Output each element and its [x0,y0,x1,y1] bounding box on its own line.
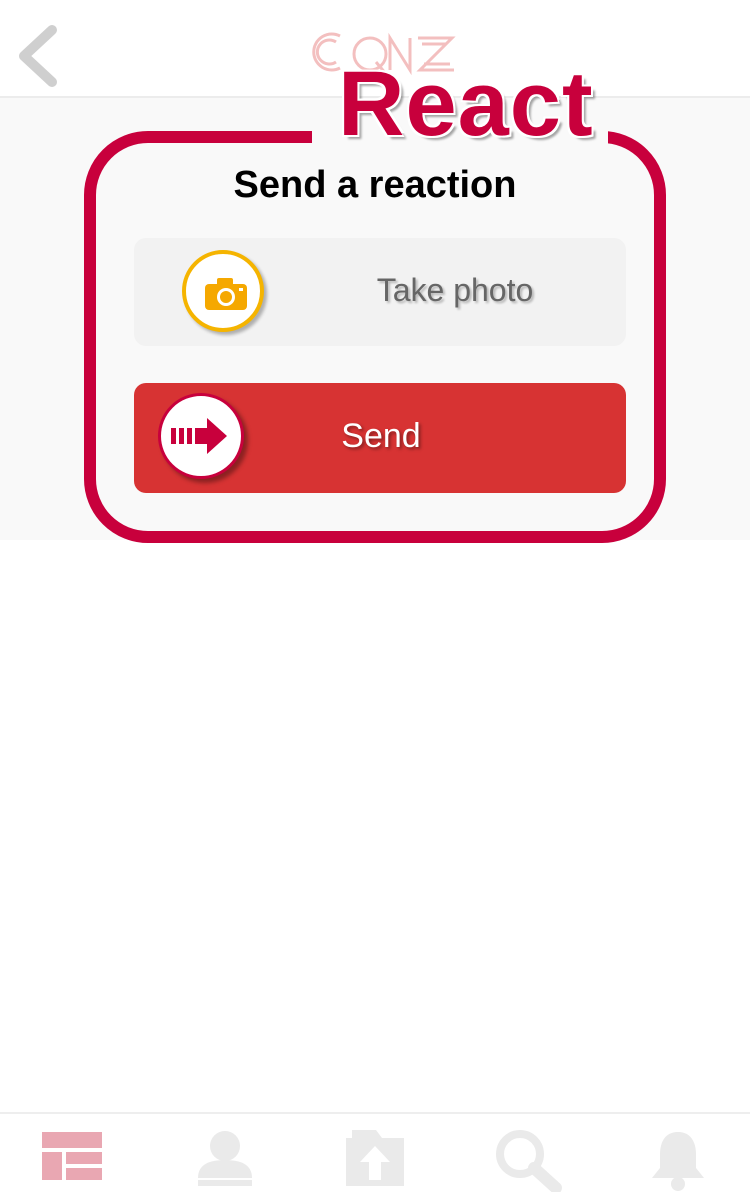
take-photo-label: Take photo [376,272,534,308]
react-callout-label: React [338,53,594,155]
bottom-tab-bar [0,1112,750,1204]
tab-dashboard[interactable] [40,1128,110,1192]
camera-icon [182,250,264,332]
take-photo-button[interactable]: Take photo [134,238,626,346]
tab-profile[interactable] [192,1128,262,1192]
chevron-left-icon [19,25,57,87]
tab-notifications[interactable] [648,1128,718,1192]
profile-icon [198,1131,252,1186]
tab-upload[interactable] [342,1128,412,1192]
upload-icon [346,1130,404,1186]
dialog-title: Send a reaction [233,164,517,206]
search-icon [496,1130,562,1194]
tab-search[interactable] [494,1128,564,1194]
dashboard-icon [42,1132,102,1180]
send-button[interactable]: Send [134,383,626,493]
back-button[interactable] [14,24,62,88]
send-label: Send [341,417,421,455]
arrow-right-icon [158,393,244,479]
bell-icon [652,1132,704,1191]
